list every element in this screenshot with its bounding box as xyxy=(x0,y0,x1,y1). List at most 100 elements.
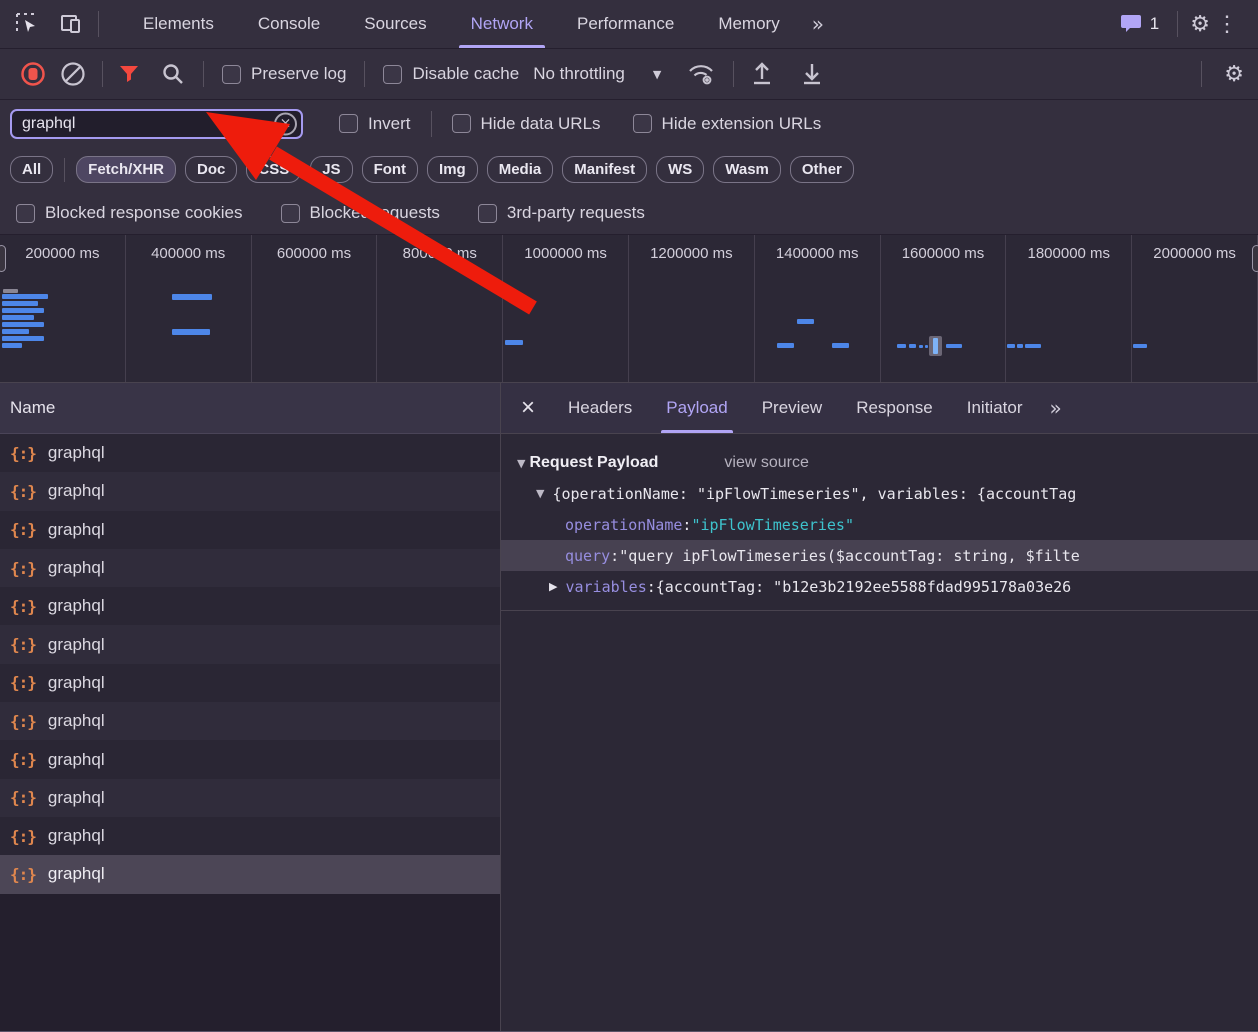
clear-network-log-icon[interactable] xyxy=(60,61,86,87)
network-settings-gear-icon[interactable]: ⚙ xyxy=(1224,62,1244,87)
disable-cache-label[interactable]: Disable cache xyxy=(412,64,519,84)
settings-gear-icon[interactable]: ⚙ xyxy=(1190,12,1210,37)
record-network-log-icon[interactable] xyxy=(20,61,46,87)
details-tab-initiator[interactable]: Initiator xyxy=(950,383,1040,433)
overview-left-handle[interactable] xyxy=(0,245,6,272)
network-conditions-icon[interactable] xyxy=(687,61,717,87)
import-har-icon[interactable] xyxy=(750,61,774,87)
chip-css[interactable]: CSS xyxy=(246,156,302,183)
search-icon[interactable] xyxy=(161,62,185,86)
payload-root-line[interactable]: ▼ {operationName: "ipFlowTimeseries", va… xyxy=(501,478,1258,509)
request-row-graphql[interactable]: {:} graphql xyxy=(0,816,500,856)
tab-console[interactable]: Console xyxy=(236,0,342,48)
request-row-graphql[interactable]: {:} graphql xyxy=(0,510,500,549)
waterfall-bar[interactable] xyxy=(3,289,18,293)
chip-js[interactable]: JS xyxy=(310,156,353,183)
waterfall-bar[interactable] xyxy=(1133,344,1147,348)
waterfall-bar[interactable] xyxy=(832,343,849,348)
blocked-cookies-label[interactable]: Blocked response cookies xyxy=(45,203,243,223)
waterfall-bar[interactable] xyxy=(797,319,814,324)
expand-triangle-icon[interactable]: ▶ xyxy=(549,580,557,593)
filter-input[interactable] xyxy=(10,108,303,139)
waterfall-bar[interactable] xyxy=(505,340,523,345)
waterfall-bar[interactable] xyxy=(172,294,212,300)
chip-fetch-xhr[interactable]: Fetch/XHR xyxy=(76,156,177,183)
waterfall-bar[interactable] xyxy=(1025,344,1041,348)
overview-right-handle[interactable] xyxy=(1252,245,1258,272)
name-column-header[interactable]: Name xyxy=(0,383,500,434)
request-row-graphql[interactable]: {:} graphql xyxy=(0,625,500,664)
third-party-checkbox[interactable] xyxy=(477,203,497,223)
payload-operation-line[interactable]: operationName: "ipFlowTimeseries" xyxy=(501,509,1258,540)
request-row-graphql[interactable]: {:} graphql xyxy=(0,702,500,741)
tab-performance[interactable]: Performance xyxy=(555,0,696,48)
waterfall-bar[interactable] xyxy=(2,322,44,327)
third-party-label[interactable]: 3rd-party requests xyxy=(507,203,645,223)
waterfall-bar[interactable] xyxy=(777,343,794,348)
request-row-graphql[interactable]: {:} graphql xyxy=(0,587,500,626)
waterfall-bar[interactable] xyxy=(172,329,210,335)
export-har-icon[interactable] xyxy=(800,61,824,87)
view-source-link[interactable]: view source xyxy=(724,454,808,472)
inspect-element-icon[interactable] xyxy=(14,11,40,37)
waterfall-bar[interactable] xyxy=(2,329,29,334)
collapse-triangle-icon[interactable]: ▼ xyxy=(536,487,544,500)
details-more-tabs-icon[interactable]: » xyxy=(1040,396,1070,420)
details-tab-response[interactable]: Response xyxy=(839,383,950,433)
payload-query-line-selected[interactable]: query: "query ipFlowTimeseries($accountT… xyxy=(501,540,1258,571)
more-tabs-icon[interactable]: » xyxy=(802,12,832,36)
preserve-log-label[interactable]: Preserve log xyxy=(251,64,346,84)
chip-font[interactable]: Font xyxy=(361,156,419,183)
request-row-graphql[interactable]: {:} graphql xyxy=(0,855,500,894)
waterfall-bar[interactable] xyxy=(2,336,44,341)
issues-message-icon[interactable] xyxy=(1120,13,1144,35)
request-row-graphql[interactable]: {:} graphql xyxy=(0,472,500,511)
close-details-icon[interactable]: × xyxy=(501,394,551,422)
invert-checkbox[interactable] xyxy=(339,114,358,133)
chip-manifest[interactable]: Manifest xyxy=(562,156,648,183)
disable-cache-checkbox[interactable] xyxy=(383,64,403,84)
blocked-requests-checkbox[interactable] xyxy=(280,203,300,223)
request-row-graphql[interactable]: {:} graphql xyxy=(0,434,500,473)
chip-doc[interactable]: Doc xyxy=(185,156,238,183)
waterfall-bar[interactable] xyxy=(925,345,928,348)
hide-data-urls-label[interactable]: Hide data URLs xyxy=(481,114,601,134)
hide-extension-urls-label[interactable]: Hide extension URLs xyxy=(662,114,822,134)
waterfall-bar[interactable] xyxy=(909,344,916,348)
tab-elements[interactable]: Elements xyxy=(121,0,236,48)
waterfall-bar[interactable] xyxy=(2,343,22,348)
tab-memory[interactable]: Memory xyxy=(696,0,801,48)
invert-label[interactable]: Invert xyxy=(368,114,411,134)
kebab-menu-icon[interactable]: ⋮ xyxy=(1210,11,1244,37)
waterfall-bar[interactable] xyxy=(2,308,44,313)
device-toolbar-icon[interactable] xyxy=(58,11,84,37)
request-row-graphql[interactable]: {:} graphql xyxy=(0,548,500,588)
chip-wasm[interactable]: Wasm xyxy=(713,156,781,183)
throttling-select[interactable]: No throttling ▼ xyxy=(533,64,661,84)
waterfall-bar[interactable] xyxy=(946,344,962,348)
hide-data-urls-checkbox[interactable] xyxy=(451,114,471,133)
request-row-graphql[interactable]: {:} graphql xyxy=(0,740,500,779)
waterfall-bar-selected[interactable] xyxy=(933,338,938,354)
details-tab-headers[interactable]: Headers xyxy=(551,383,649,433)
payload-variables-line[interactable]: ▶ variables: {accountTag: "b12e3b2192ee5… xyxy=(501,571,1258,602)
waterfall-bar[interactable] xyxy=(919,345,923,348)
chip-img[interactable]: Img xyxy=(427,156,478,183)
waterfall-bar[interactable] xyxy=(1017,344,1023,348)
tab-sources[interactable]: Sources xyxy=(342,0,448,48)
waterfall-bar[interactable] xyxy=(1007,344,1015,348)
chip-other[interactable]: Other xyxy=(789,156,854,183)
issues-count[interactable]: 1 xyxy=(1150,14,1159,34)
details-tab-payload[interactable]: Payload xyxy=(649,383,744,433)
preserve-log-checkbox[interactable] xyxy=(222,64,241,84)
waterfall-bar[interactable] xyxy=(2,301,38,306)
filter-funnel-icon[interactable] xyxy=(119,65,139,83)
request-payload-section-header[interactable]: ▼ Request Payload view source xyxy=(501,434,1258,478)
chip-all[interactable]: All xyxy=(10,156,54,183)
clear-filter-icon[interactable]: × xyxy=(274,112,297,135)
network-overview-timeline[interactable]: 200000 ms 400000 ms 600000 ms 800000 ms 1000… xyxy=(0,235,1258,383)
tab-network[interactable]: Network xyxy=(449,0,555,48)
chip-media[interactable]: Media xyxy=(486,156,554,183)
hide-extension-urls-checkbox[interactable] xyxy=(632,114,652,133)
collapse-triangle-icon[interactable]: ▼ xyxy=(517,457,525,470)
